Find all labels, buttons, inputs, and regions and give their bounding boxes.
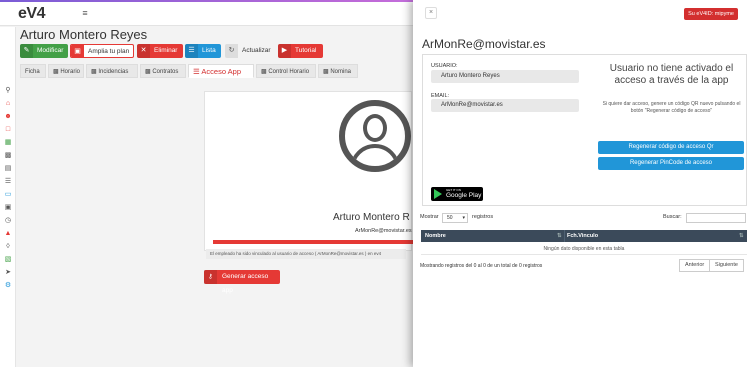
prev-page-button[interactable]: Anterior	[679, 259, 711, 272]
building-icon[interactable]: □	[4, 126, 12, 134]
tab-horario[interactable]: ▩ Horario	[48, 64, 84, 78]
show-label: Mostrar	[420, 214, 439, 220]
hamburger-icon[interactable]: ≡	[76, 8, 94, 20]
google-play-badge[interactable]: GET IT ON Google Play	[431, 187, 483, 201]
list-icon: ☰	[185, 44, 198, 58]
user-icon[interactable]: ☻	[4, 113, 12, 121]
main-area: Arturo Montero Reyes ✎ Modificar ▣ Ampli…	[16, 27, 416, 367]
home-icon[interactable]: ⌂	[4, 100, 12, 108]
profile-red-bar	[213, 240, 413, 244]
profile-box: Arturo Montero R ArMonRe@movistar.es	[204, 91, 413, 251]
col-nombre[interactable]: Nombre	[425, 233, 446, 239]
gift-icon: ▣	[71, 45, 84, 57]
table-header: Nombre ⇅ Fch.Vinculo ⇅	[421, 230, 747, 242]
tab-contratos[interactable]: ▩ Contratos	[140, 64, 186, 78]
page-title: Arturo Montero Reyes	[20, 27, 148, 42]
tab-contratos-label: Contratos	[152, 69, 179, 75]
tab-control-horario[interactable]: ▩ Control Horario	[256, 64, 316, 78]
ampliar-plan-button[interactable]: ▣ Amplia tu plan	[70, 44, 134, 58]
records-label: registros	[472, 214, 494, 220]
email-field: ArMonRe@movistar.es	[431, 99, 579, 112]
chevron-down-icon: ▾	[462, 215, 465, 221]
refresh-icon: ↻	[225, 44, 238, 58]
search-icon[interactable]: ⚲	[4, 87, 12, 95]
modificar-label: Modificar	[37, 47, 64, 54]
next-page-button[interactable]: Siguiente	[709, 259, 744, 272]
link-note: El empleado ha sido vinculado al usuario…	[206, 249, 406, 259]
tab-control-horario-label: Control Horario	[268, 69, 310, 75]
clock-icon[interactable]: ◷	[4, 217, 12, 225]
sidebar: ⚲ ⌂ ☻ □ ▦ ▩ ▤ ☰ ▭ ▣ ◷ ▲ ◊ ▧ ➤ ⚙	[0, 27, 16, 367]
access-status-title: Usuario no tiene activado el acceso a tr…	[609, 63, 734, 86]
close-icon: ✕	[137, 44, 150, 58]
tab-acceso-app-label: Acceso App	[201, 67, 242, 76]
column-divider	[564, 230, 565, 242]
avatar-body	[350, 144, 400, 166]
document-icon[interactable]: ▤	[4, 165, 12, 173]
tab-horario-label: Horario	[60, 69, 81, 75]
access-modal: × Su eV4ID: mipyme ArMonRe@movistar.es U…	[413, 0, 750, 367]
calendar-icon[interactable]: ▩	[4, 152, 12, 160]
tutorial-button[interactable]: ▶ Tutorial	[278, 44, 323, 58]
card-icon[interactable]: ▭	[4, 191, 12, 199]
tab-nomina[interactable]: ▩ Nomina	[318, 64, 358, 78]
tab-acceso-app[interactable]: ☰ Acceso App	[188, 64, 254, 78]
profile-name: Arturo Montero R	[333, 212, 410, 223]
sort-icon[interactable]: ⇅	[557, 233, 562, 239]
chart-icon[interactable]: ▦	[4, 139, 12, 147]
tab-incidencias[interactable]: ▩ Incidencias	[86, 64, 138, 78]
tab-nomina-label: Nomina	[330, 69, 352, 75]
modal-title: ArMonRe@movistar.es	[422, 37, 546, 51]
access-panel: USUARIO: Arturo Montero Reyes EMAIL: ArM…	[422, 54, 747, 206]
youtube-icon: ▶	[278, 44, 291, 58]
app-logo[interactable]: eV4	[18, 5, 45, 23]
usuario-field: Arturo Montero Reyes	[431, 70, 579, 83]
user-badge[interactable]: Su eV4ID: mipyme	[684, 8, 738, 20]
search-input[interactable]	[686, 213, 746, 223]
sort-icon[interactable]: ⇅	[739, 233, 744, 239]
lista-button[interactable]: ☰ Lista	[185, 44, 221, 58]
tab-incidencias-label: Incidencias	[98, 69, 129, 75]
google-play-icon	[434, 189, 442, 199]
regenerar-pin-button[interactable]: Regenerar PinCode de acceso	[598, 157, 744, 170]
tab-bar: Ficha ▩ Horario ▩ Incidencias ▩ Contrato…	[20, 64, 358, 78]
logout-icon[interactable]: ➤	[4, 269, 12, 277]
access-status-desc: Si quiere dar acceso, genere un código Q…	[602, 101, 741, 114]
tutorial-label: Tutorial	[295, 47, 317, 54]
usuario-label: USUARIO:	[431, 63, 458, 69]
tab-ficha[interactable]: Ficha	[20, 64, 46, 78]
eliminar-label: Eliminar	[154, 47, 178, 54]
page-size-value: 50	[447, 215, 453, 221]
actualizar-button[interactable]: ↻ Actualizar	[225, 44, 275, 58]
ampliar-label: Amplia tu plan	[88, 48, 130, 55]
avatar-placeholder-icon	[339, 100, 411, 172]
bell-icon[interactable]: ◊	[4, 243, 12, 251]
key-icon: ⚷	[204, 270, 217, 284]
avatar-head	[363, 114, 387, 142]
list-icon[interactable]: ☰	[4, 178, 12, 186]
table-controls: Mostrar 50 ▾ registros Buscar:	[420, 213, 746, 224]
profile-email: ArMonRe@movistar.es	[355, 228, 412, 234]
generar-acceso-button[interactable]: ⚷ Generar acceso app	[204, 270, 280, 294]
close-icon[interactable]: ×	[425, 7, 437, 19]
eliminar-button[interactable]: ✕ Eliminar	[137, 44, 183, 58]
table-empty-row: Ningún dato disponible en esta tabla	[421, 243, 747, 255]
gplay-big-text: Google Play	[446, 192, 482, 199]
lista-label: Lista	[202, 47, 216, 54]
modificar-button[interactable]: ✎ Modificar	[20, 44, 68, 58]
box-icon[interactable]: ▣	[4, 204, 12, 212]
table-info: Mostrando registros del 0 al 0 de un tot…	[420, 263, 543, 269]
search-label: Buscar:	[663, 214, 682, 220]
megaphone-icon[interactable]: ▲	[4, 230, 12, 238]
col-fch-vinculo[interactable]: Fch.Vinculo	[567, 233, 598, 239]
actualizar-label: Actualizar	[242, 47, 271, 54]
page-size-select[interactable]: 50 ▾	[442, 213, 468, 223]
regenerar-qr-button[interactable]: Regenerar código de acceso Qr	[598, 141, 744, 154]
settings-icon[interactable]: ⚙	[4, 282, 12, 290]
pencil-icon: ✎	[20, 44, 33, 58]
book-icon[interactable]: ▧	[4, 256, 12, 264]
